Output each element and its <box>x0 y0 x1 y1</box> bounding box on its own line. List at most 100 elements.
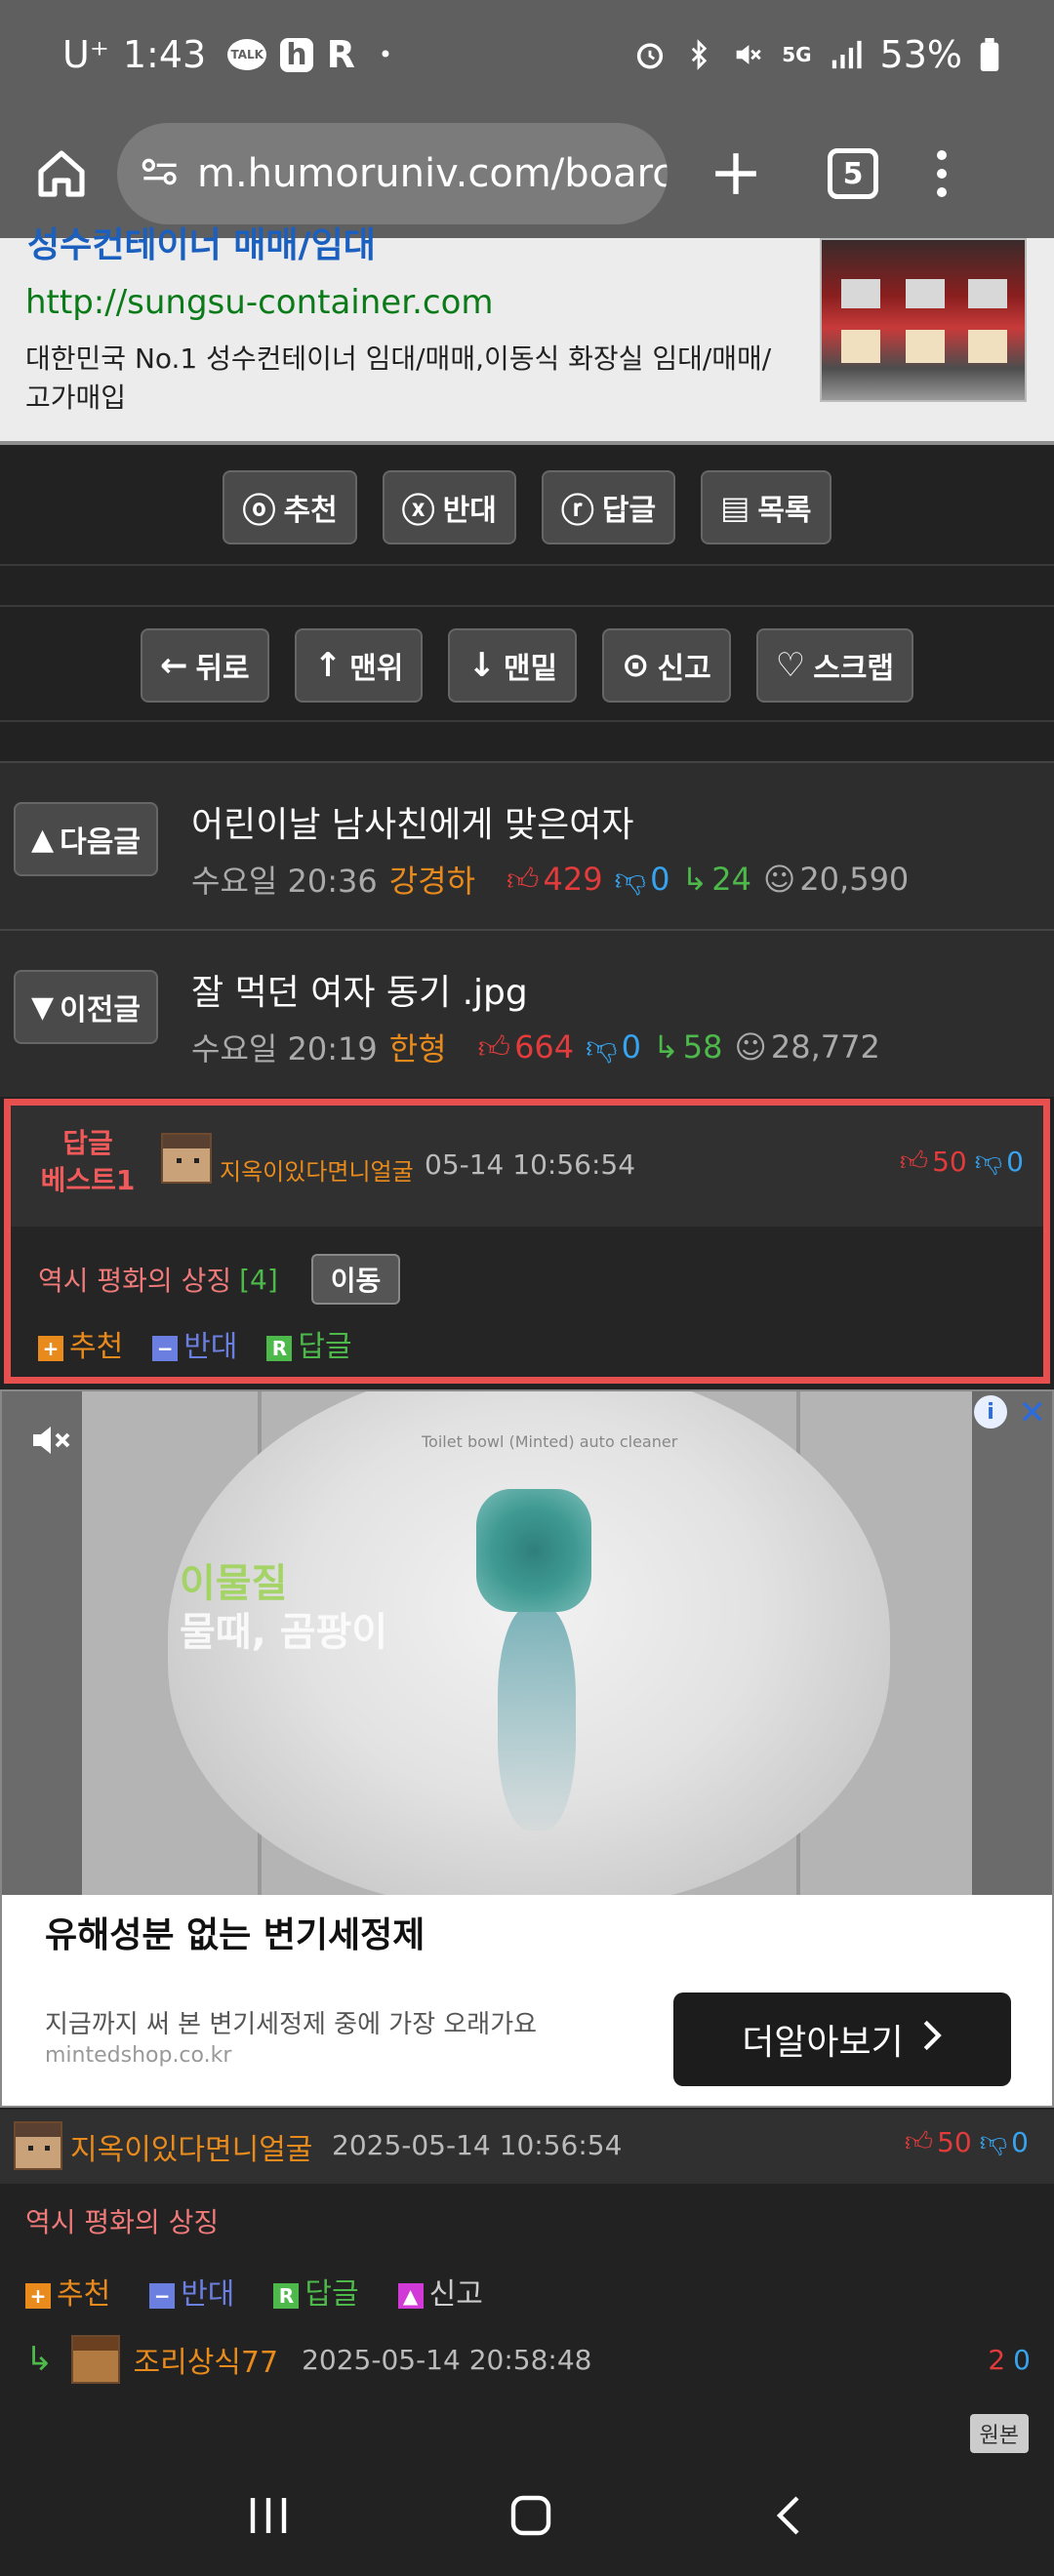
comment-date: 2025-05-14 10:56:54 <box>332 2129 623 2161</box>
triangle-down-icon: ▼ <box>31 989 55 1025</box>
home-button[interactable] <box>27 140 96 208</box>
arrow-down-icon: ↓ <box>467 646 496 685</box>
reply-icon: ⓡ <box>560 491 594 531</box>
move-button[interactable]: 이동 <box>310 1254 401 1305</box>
browser-menu-button[interactable] <box>937 150 947 197</box>
comment-reply-link[interactable]: R 답글 <box>273 2270 359 2313</box>
bluetooth-icon <box>684 38 713 71</box>
triangle-up-icon: ▲ <box>31 822 55 857</box>
reply-votes: 2 0 <box>988 2343 1031 2376</box>
best-reply-count: [4] <box>239 1263 278 1296</box>
reply-date: 2025-05-14 20:58:48 <box>302 2343 592 2376</box>
video-ad[interactable]: Toilet bowl (Minted) auto cleaner 이물질 물때… <box>0 1389 1054 2108</box>
list-icon: ▤ <box>720 489 750 526</box>
best-reply-nickname[interactable]: 지옥이있다면니얼굴 <box>220 1152 414 1187</box>
url-text[interactable]: m.humoruniv.com/boarc <box>197 151 668 196</box>
scroll-top-button[interactable]: ↑ 맨위 <box>294 628 424 703</box>
post-action-row: ⓞ 추천 ⓧ 반대 ⓡ 답글 ▤ 목록 <box>0 470 1054 544</box>
next-post-button[interactable]: ▲ 다음글 <box>14 802 158 876</box>
post-time: 수요일 20:36 <box>191 863 378 900</box>
best-reply-link[interactable]: R 답글 <box>266 1322 352 1365</box>
reply-nickname[interactable]: 조리상식77 <box>134 2338 279 2381</box>
mute-icon <box>731 38 764 71</box>
battery-percent: 53% <box>879 33 962 76</box>
divider <box>0 605 1054 607</box>
site-settings-icon[interactable] <box>141 154 180 193</box>
list-button[interactable]: ▤ 목록 <box>701 470 831 544</box>
plus-icon <box>715 153 756 194</box>
comment-recommend-link[interactable]: + 추천 <box>25 2270 110 2313</box>
arrow-up-icon: ↑ <box>313 646 343 685</box>
next-post-title[interactable]: 어린이날 남사친에게 맞은여자 <box>191 796 633 847</box>
recommend-button[interactable]: ⓞ 추천 <box>223 470 357 544</box>
alarm-icon <box>633 38 667 71</box>
prev-post-row[interactable]: ▼ 이전글 잘 먹던 여자 동기 .jpg 수요일 20:19 한형 👍︎ 664… <box>0 931 1054 1097</box>
chevron-right-icon <box>921 2019 943 2061</box>
avatar[interactable] <box>70 2335 120 2384</box>
best-reply-actions: + 추천 − 반대 R 답글 <box>38 1322 352 1365</box>
ad-info-icon[interactable]: i <box>974 1395 1007 1429</box>
ad-video-frame[interactable]: Toilet bowl (Minted) auto cleaner 이물질 물때… <box>2 1391 1052 1895</box>
siren-icon: ▲ <box>397 2282 424 2309</box>
best-reply-date: 05-14 10:56:54 <box>425 1148 636 1181</box>
post-author[interactable]: 한형 <box>389 1025 447 1069</box>
recent-apps-button[interactable] <box>245 2494 292 2541</box>
banner-link[interactable]: http://sungsu-container.com <box>25 283 494 322</box>
comment-oppose-link[interactable]: − 반대 <box>149 2270 234 2313</box>
ad-domain: mintedshop.co.kr <box>45 2043 232 2068</box>
report-button[interactable]: ⊙ 신고 <box>602 628 731 703</box>
new-tab-button[interactable] <box>697 135 775 213</box>
top-banner-ad[interactable]: 성수컨테이너 매매/임대 http://sungsu-container.com… <box>0 225 1054 445</box>
comment-actions: + 추천 − 반대 R 답글 ▲ 신고 <box>25 2270 483 2313</box>
avatar[interactable] <box>161 1133 212 1184</box>
prev-post-title[interactable]: 잘 먹던 여자 동기 .jpg <box>191 964 528 1015</box>
best-reply-votes: 👍︎ 50 👎︎ 0 <box>899 1145 1024 1178</box>
home-nav-button[interactable] <box>507 2492 554 2543</box>
r-app-notification-icon: R <box>326 33 355 76</box>
comment-report-link[interactable]: ▲ 신고 <box>397 2270 483 2313</box>
post-time: 수요일 20:19 <box>191 1030 378 1067</box>
avatar[interactable] <box>14 2121 62 2170</box>
post-author[interactable]: 강경하 <box>389 857 475 902</box>
ad-cta-button[interactable]: 더알아보기 <box>673 1992 1011 2086</box>
battery-icon <box>980 38 999 71</box>
divider <box>0 564 1054 566</box>
report-icon: ⊙ <box>622 646 650 685</box>
best-reply-content: 역시 평화의 상징 [4] 이동 <box>38 1254 401 1305</box>
comment-nickname[interactable]: 지옥이있다면니얼굴 <box>70 2125 312 2168</box>
thumbs-down-icon: 👎︎ <box>974 1145 1003 1177</box>
recommend-icon: ⓞ <box>242 491 276 531</box>
plus-square-icon: + <box>25 2282 51 2309</box>
ad-close-icon[interactable]: ✕ <box>1019 1393 1047 1432</box>
reply-button[interactable]: ⓡ 답글 <box>541 470 676 544</box>
signal-icon <box>830 40 863 69</box>
banner-description: 대한민국 No.1 성수컨테이너 임대/매매,이동식 화장실 임대/매매/고가매… <box>25 342 772 414</box>
views-icon: ☺ <box>734 1028 767 1066</box>
oppose-icon: ⓧ <box>401 491 435 531</box>
oppose-button[interactable]: ⓧ 반대 <box>382 470 516 544</box>
tab-switcher-button[interactable]: 5 <box>828 148 878 199</box>
best-recommend-link[interactable]: + 추천 <box>38 1322 123 1365</box>
recent-apps-icon <box>250 2498 286 2533</box>
ad-title[interactable]: 유해성분 없는 변기세정제 <box>45 1907 425 1957</box>
r-square-icon: R <box>266 1335 293 1361</box>
h-app-notification-icon: h <box>280 37 313 72</box>
scrap-button[interactable]: ♡ 스크랩 <box>755 628 914 703</box>
original-button[interactable]: 원본 <box>969 2414 1029 2453</box>
back-button[interactable]: ← 뒤로 <box>140 628 269 703</box>
back-chevron-icon <box>777 2496 799 2535</box>
mute-icon[interactable] <box>27 1417 74 1464</box>
carrier-label: U⁺ <box>62 33 109 76</box>
banner-title[interactable]: 성수컨테이너 매매/임대 <box>27 217 376 267</box>
next-post-row[interactable]: ▲ 다음글 어린이날 남사친에게 맞은여자 수요일 20:36 강경하 👍︎ 42… <box>0 763 1054 929</box>
scroll-bottom-button[interactable]: ↓ 맨밑 <box>448 628 578 703</box>
address-bar[interactable]: m.humoruniv.com/boarc <box>117 123 668 224</box>
best-oppose-link[interactable]: − 반대 <box>152 1322 237 1365</box>
prev-post-button[interactable]: ▼ 이전글 <box>14 970 158 1044</box>
banner-thumbnail[interactable] <box>820 238 1027 402</box>
thumbs-up-icon: 👍︎ <box>507 860 540 898</box>
views-icon: ☺ <box>762 861 796 898</box>
plus-square-icon: + <box>38 1335 63 1361</box>
ad-brand-text: Toilet bowl (Minted) auto cleaner <box>422 1432 678 1451</box>
back-nav-button[interactable] <box>770 2492 809 2543</box>
